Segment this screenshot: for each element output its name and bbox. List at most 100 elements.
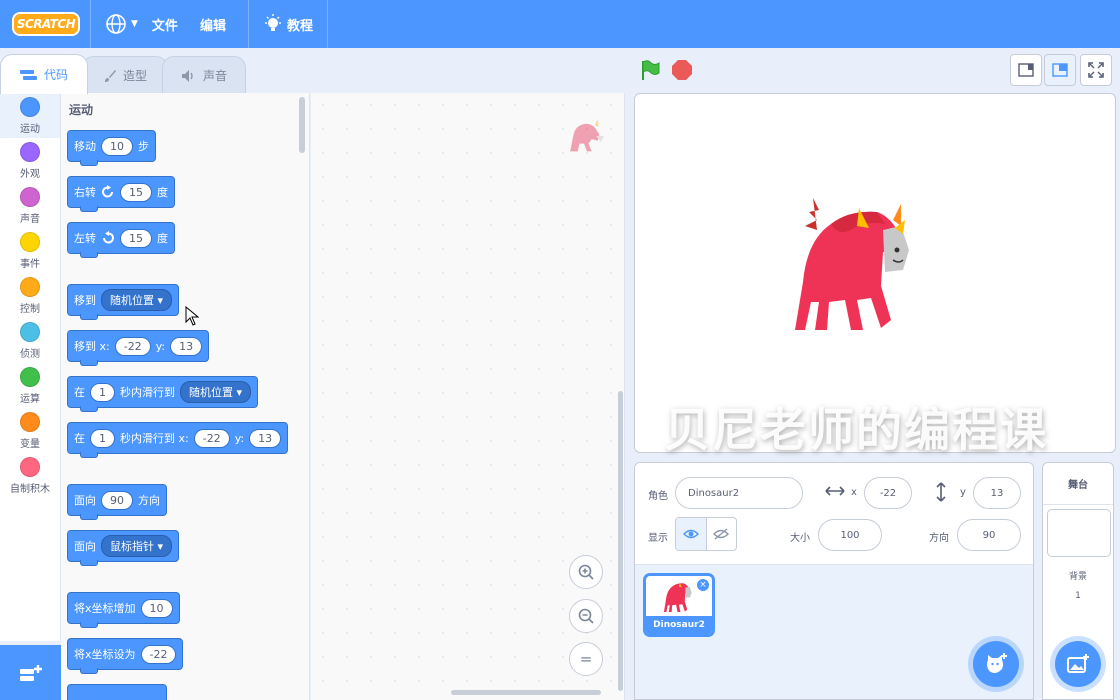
size-label: 大小 — [790, 533, 810, 544]
category-label: 运算 — [20, 393, 40, 405]
degrees-input[interactable]: 15 — [120, 228, 152, 248]
hide-button[interactable] — [707, 518, 737, 550]
show-button[interactable] — [676, 518, 707, 550]
x-input[interactable]: -22 — [193, 428, 230, 448]
set-x-input[interactable]: -22 — [140, 644, 177, 664]
category-looks[interactable]: 外观 — [0, 138, 60, 183]
mouse-cursor-icon — [185, 306, 199, 326]
sensing-dot-icon — [20, 321, 40, 342]
small-stage-button[interactable] — [1010, 54, 1042, 86]
block-change-x[interactable]: 将x坐标增加 10 — [67, 592, 180, 628]
code-blocks-icon — [19, 69, 37, 80]
menu-divider — [90, 0, 91, 48]
category-operators[interactable]: 运算 — [0, 363, 60, 408]
block-goto[interactable]: 移到 随机位置 ▾ — [67, 284, 180, 320]
point-towards-dropdown[interactable]: 鼠标指针 ▾ — [101, 535, 173, 557]
normal-stage-button[interactable] — [1044, 54, 1076, 86]
block-turn-right[interactable]: 右转 15 度 — [67, 176, 175, 212]
zoom-reset-button[interactable]: = — [569, 642, 603, 676]
add-extension-button[interactable] — [0, 645, 61, 700]
direction-input[interactable]: 90 — [101, 490, 133, 510]
glide-dropdown[interactable]: 随机位置 ▾ — [180, 381, 252, 403]
y-arrows-icon — [936, 482, 946, 502]
variables-dot-icon — [20, 411, 40, 432]
goto-dropdown[interactable]: 随机位置 ▾ — [101, 289, 173, 311]
scratch-logo[interactable]: SCRATCH — [12, 12, 80, 36]
block-text: 移动 — [74, 140, 96, 153]
block-partial[interactable] — [67, 684, 167, 700]
category-menu: 运动 外观 声音 事件 控制 侦测 运算 变量 自制积木 — [0, 93, 61, 641]
edit-menu[interactable]: 编辑 — [200, 15, 226, 34]
caret-down-icon: ▼ — [131, 19, 138, 29]
sprite-thumbnail[interactable]: × Dinosaur2 — [643, 573, 715, 637]
choose-backdrop-button[interactable] — [1055, 641, 1101, 687]
globe-icon — [106, 14, 126, 34]
degrees-input[interactable]: 15 — [120, 182, 152, 202]
block-text: 在 — [74, 386, 85, 399]
x-field[interactable]: -22 — [864, 477, 912, 509]
script-vertical-scrollbar[interactable] — [618, 391, 623, 691]
zoom-out-icon — [578, 608, 594, 624]
green-flag-icon[interactable] — [638, 58, 662, 82]
block-text: 在 — [74, 432, 85, 445]
seconds-input[interactable]: 1 — [90, 382, 115, 402]
y-input[interactable]: 13 — [249, 428, 282, 448]
tutorials-label: 教程 — [286, 18, 313, 34]
x-input[interactable]: -22 — [114, 336, 151, 356]
backdrop-thumbnail[interactable] — [1047, 509, 1111, 557]
category-events[interactable]: 事件 — [0, 228, 60, 273]
script-area[interactable]: = — [311, 93, 625, 700]
block-text: 面向 — [74, 540, 96, 553]
rotate-left-icon — [103, 231, 114, 244]
block-set-x[interactable]: 将x坐标设为 -22 — [67, 638, 184, 674]
seconds-input[interactable]: 1 — [90, 428, 115, 448]
block-turn-left[interactable]: 左转 15 度 — [67, 222, 175, 258]
y-input[interactable]: 13 — [170, 336, 203, 356]
block-text: 度 — [157, 232, 168, 245]
block-text: y: — [155, 339, 166, 353]
palette-scrollbar[interactable] — [299, 97, 305, 153]
category-sound[interactable]: 声音 — [0, 183, 60, 228]
dinosaur-sprite[interactable] — [785, 190, 921, 330]
category-control[interactable]: 控制 — [0, 273, 60, 318]
block-glide-xy[interactable]: 在 1 秒内滑行到 x: -22 y: 13 — [67, 422, 289, 458]
tab-costumes[interactable]: 造型 — [82, 56, 168, 94]
choose-sprite-button[interactable] — [973, 641, 1019, 687]
stop-button[interactable] — [672, 60, 692, 80]
stage-selector-panel[interactable]: 舞台 背景 1 — [1042, 462, 1114, 700]
category-motion[interactable]: 运动 — [0, 93, 60, 138]
paintbrush-icon — [104, 69, 116, 82]
file-menu[interactable]: 文件 — [152, 15, 178, 34]
change-x-input[interactable]: 10 — [140, 598, 173, 618]
y-field[interactable]: 13 — [973, 477, 1021, 509]
block-glide[interactable]: 在 1 秒内滑行到 随机位置 ▾ — [67, 376, 259, 412]
tab-code[interactable]: 代码 — [0, 54, 88, 94]
block-point-towards[interactable]: 面向 鼠标指针 ▾ — [67, 530, 180, 566]
category-sensing[interactable]: 侦测 — [0, 318, 60, 363]
size-field[interactable]: 100 — [818, 519, 882, 551]
palette-heading: 运动 — [69, 103, 94, 117]
block-point-direction[interactable]: 面向 90 方向 — [67, 484, 167, 520]
zoom-in-button[interactable] — [569, 555, 603, 589]
category-label: 自制积木 — [10, 483, 50, 495]
steps-input[interactable]: 10 — [101, 136, 133, 156]
block-move-steps[interactable]: 移动 10 步 — [67, 130, 156, 166]
block-goto-xy[interactable]: 移到 x: -22 y: 13 — [67, 330, 210, 366]
category-label: 运动 — [20, 123, 40, 135]
tab-sounds[interactable]: 声音 — [162, 56, 246, 94]
script-horizontal-scrollbar[interactable] — [451, 690, 601, 695]
sound-dot-icon — [20, 186, 40, 207]
zoom-out-button[interactable] — [569, 599, 603, 633]
category-label: 事件 — [20, 258, 40, 270]
tutorials-menu[interactable]: 教程 — [263, 14, 313, 34]
language-menu[interactable]: ▼ — [105, 13, 138, 35]
sprite-panel: 角色 Dinosaur2 x -22 y 13 显示 大小 100 方向 90 … — [634, 462, 1034, 700]
category-my-blocks[interactable]: 自制积木 — [0, 453, 60, 498]
direction-field[interactable]: 90 — [957, 519, 1021, 551]
delete-sprite-button[interactable]: × — [696, 578, 710, 592]
category-variables[interactable]: 变量 — [0, 408, 60, 453]
tab-code-label: 代码 — [43, 68, 68, 82]
sprite-name-field[interactable]: Dinosaur2 — [675, 477, 803, 509]
x-label: x — [851, 487, 857, 498]
fullscreen-button[interactable] — [1080, 54, 1112, 86]
